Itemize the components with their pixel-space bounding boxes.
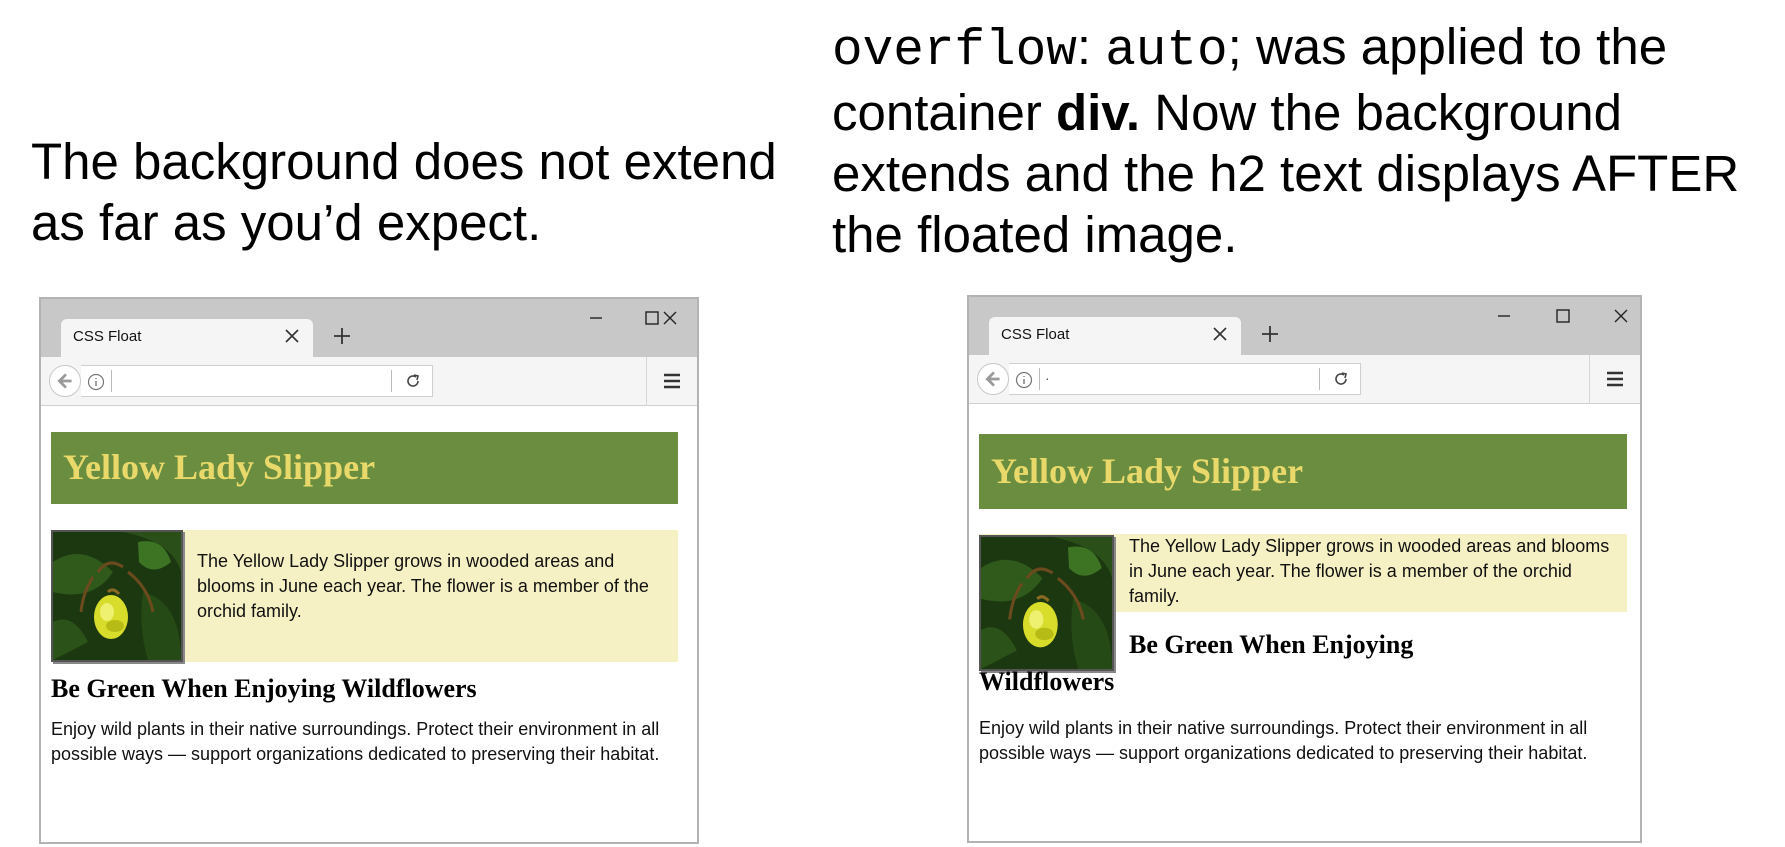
reload-icon[interactable]	[404, 372, 422, 390]
float-paragraph: The Yellow Lady Slipper grows in wooded …	[1129, 536, 1610, 606]
url-bar[interactable]	[81, 365, 433, 397]
close-window-icon[interactable]	[655, 305, 685, 331]
plus-icon[interactable]	[331, 325, 353, 347]
lady-slipper-photo	[981, 537, 1112, 669]
maximize-icon[interactable]	[1548, 303, 1578, 329]
code-overflow: overflow	[832, 23, 1077, 80]
heading-text: Yellow Lady Slipper	[63, 447, 376, 487]
info-icon[interactable]	[87, 373, 105, 391]
back-button[interactable]	[977, 363, 1009, 395]
url-separator	[1039, 368, 1040, 390]
subheading: Be Green When Enjoying Wildflowers	[51, 674, 477, 703]
code-colon: :	[1076, 18, 1092, 75]
browser-tab[interactable]: CSS Float	[61, 319, 313, 357]
minimize-icon[interactable]	[581, 305, 611, 331]
navigation-bar: ·	[969, 355, 1640, 404]
left-caption: The background does not extend as far as…	[31, 133, 777, 251]
float-paragraph: The Yellow Lady Slipper grows in wooded …	[197, 551, 649, 621]
subheading-line-1: Be Green When Enjoying	[1129, 630, 1414, 659]
reload-icon[interactable]	[1332, 370, 1350, 388]
flower-image	[51, 530, 183, 662]
close-window-icon[interactable]	[1606, 303, 1636, 329]
arrow-left-icon	[57, 373, 72, 389]
tab-strip: CSS Float	[41, 299, 697, 357]
url-separator	[111, 370, 112, 392]
hamburger-menu-icon[interactable]	[1604, 368, 1626, 390]
tab-strip: CSS Float	[969, 297, 1640, 355]
menu-divider	[1589, 355, 1590, 404]
tab-title: CSS Float	[73, 328, 142, 345]
browser-window-before: CSS Float Yellow Lady Slipper The Yellow…	[39, 297, 699, 844]
page-heading: Yellow Lady Slipper	[51, 432, 678, 504]
caption-bold-div: div.	[1055, 84, 1141, 141]
tab-title: CSS Float	[1001, 326, 1070, 343]
plus-icon[interactable]	[1259, 323, 1281, 345]
browser-window-after: CSS Float · Yellow Lady Slipper The Yell…	[967, 295, 1642, 843]
code-auto: auto	[1105, 23, 1228, 80]
browser-tab[interactable]: CSS Float	[989, 317, 1241, 355]
navigation-bar	[41, 357, 697, 406]
arrow-left-icon	[985, 371, 1000, 387]
url-text[interactable]: ·	[1045, 370, 1050, 386]
flower-image	[979, 535, 1114, 671]
minimize-icon[interactable]	[1489, 303, 1519, 329]
close-icon[interactable]	[1209, 323, 1231, 345]
reload-divider	[391, 370, 392, 392]
page-content: Yellow Lady Slipper The Yellow Lady Slip…	[41, 406, 697, 842]
reload-divider	[1319, 368, 1320, 390]
hamburger-menu-icon[interactable]	[661, 370, 683, 392]
heading-text: Yellow Lady Slipper	[991, 451, 1304, 491]
close-icon[interactable]	[281, 325, 303, 347]
page-content: Yellow Lady Slipper The Yellow Lady Slip…	[969, 404, 1640, 841]
subheading-line-2: Wildflowers	[979, 667, 1115, 696]
url-bar[interactable]: ·	[1009, 363, 1361, 395]
body-paragraph: Enjoy wild plants in their native surrou…	[51, 719, 660, 764]
body-paragraph: Enjoy wild plants in their native surrou…	[979, 718, 1588, 763]
back-button[interactable]	[49, 365, 81, 397]
lady-slipper-photo	[53, 532, 181, 660]
page-heading: Yellow Lady Slipper	[979, 434, 1627, 509]
right-caption: overflow: auto; was applied to the conta…	[832, 16, 1762, 265]
info-icon[interactable]	[1015, 371, 1033, 389]
menu-divider	[646, 357, 647, 406]
container-div: The Yellow Lady Slipper grows in wooded …	[51, 530, 678, 662]
